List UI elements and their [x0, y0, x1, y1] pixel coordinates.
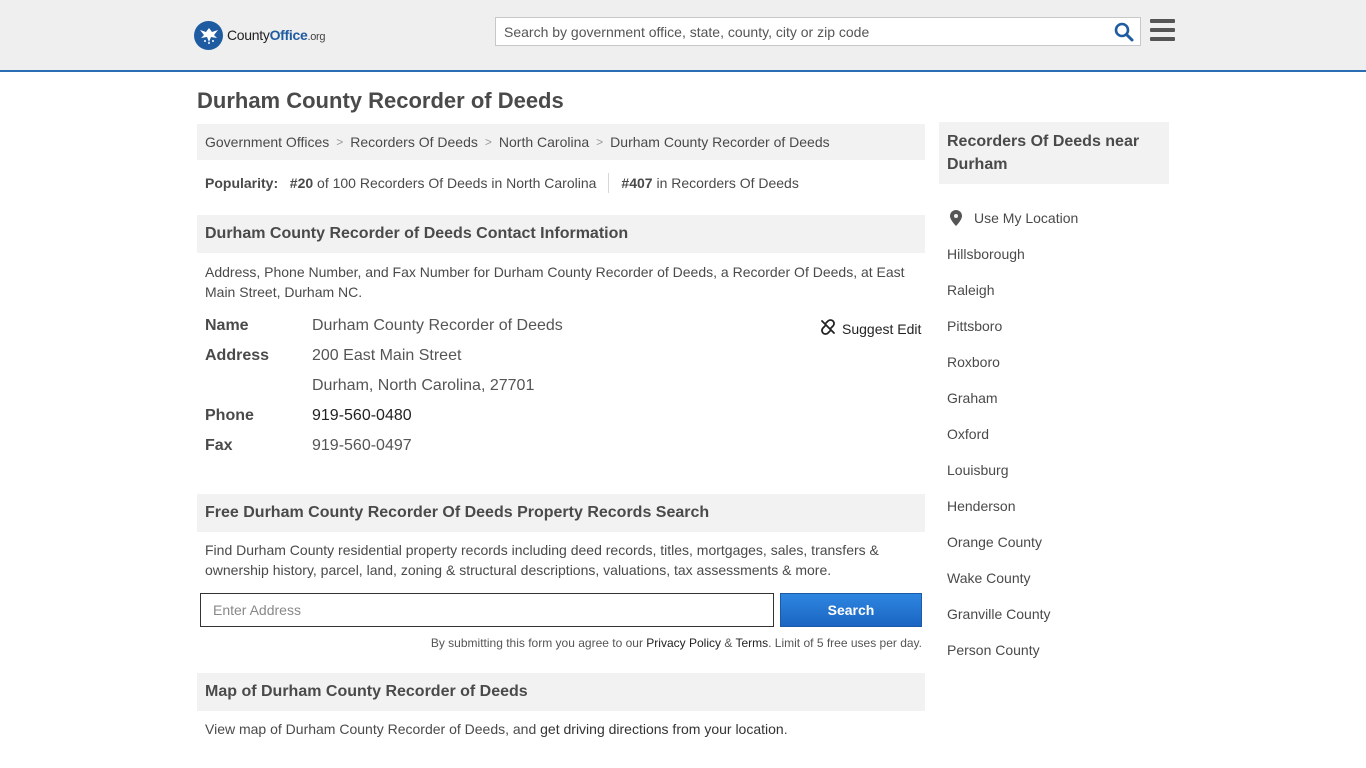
- property-search-button[interactable]: Search: [780, 593, 922, 627]
- site-logo[interactable]: CountyOffice.org: [194, 20, 326, 50]
- popularity-divider: [608, 173, 610, 193]
- contact-description: Address, Phone Number, and Fax Number fo…: [205, 264, 905, 300]
- fax-label: Fax: [205, 437, 233, 454]
- global-search-input[interactable]: [496, 18, 1096, 45]
- list-item[interactable]: Oxford: [947, 416, 1078, 452]
- property-search-description: Find Durham County residential property …: [205, 542, 879, 578]
- list-item[interactable]: Roxboro: [947, 344, 1078, 380]
- popularity-national-text: in Recorders Of Deeds: [656, 175, 799, 191]
- nearby-link-person-county[interactable]: Person County: [947, 642, 1040, 658]
- name-value: Durham County Recorder of Deeds: [312, 317, 563, 334]
- breadcrumb-separator-icon: >: [336, 135, 344, 149]
- list-item[interactable]: Graham: [947, 380, 1078, 416]
- nearby-link-granville-county[interactable]: Granville County: [947, 606, 1051, 622]
- nearby-link-hillsborough[interactable]: Hillsborough: [947, 246, 1025, 262]
- map-description: View map of Durham County Recorder of De…: [205, 721, 788, 737]
- nearby-link-wake-county[interactable]: Wake County: [947, 570, 1031, 586]
- list-item[interactable]: Henderson: [947, 488, 1078, 524]
- search-icon[interactable]: [1114, 22, 1134, 42]
- popularity-state-text: of 100 Recorders Of Deeds in North Carol…: [317, 175, 597, 191]
- nearby-link-oxford[interactable]: Oxford: [947, 426, 989, 442]
- nearby-link-henderson[interactable]: Henderson: [947, 498, 1016, 514]
- hamburger-menu-icon[interactable]: [1150, 19, 1175, 41]
- popularity-national-rank: #407: [621, 175, 653, 191]
- list-item[interactable]: Wake County: [947, 560, 1078, 596]
- popularity-state-rank: #20: [289, 175, 314, 191]
- nearby-list: Use My Location Hillsborough Raleigh Pit…: [947, 200, 1078, 668]
- list-item[interactable]: Person County: [947, 632, 1078, 668]
- breadcrumb-government-offices[interactable]: Government Offices: [205, 134, 329, 150]
- list-item[interactable]: Granville County: [947, 596, 1078, 632]
- property-search-heading: Free Durham County Recorder Of Deeds Pro…: [197, 494, 925, 532]
- breadcrumb-separator-icon: >: [484, 135, 492, 149]
- page-title: Durham County Recorder of Deeds: [197, 88, 564, 113]
- list-item[interactable]: Orange County: [947, 524, 1078, 560]
- list-item[interactable]: Pittsboro: [947, 308, 1078, 344]
- driving-directions-link[interactable]: get driving directions from your locatio…: [540, 721, 784, 737]
- popularity: Popularity: #20 of 100 Recorders Of Deed…: [205, 173, 799, 193]
- site-header: CountyOffice.org: [0, 0, 1366, 72]
- phone-label: Phone: [205, 407, 254, 424]
- phone-link[interactable]: 919-560-0480: [312, 407, 412, 424]
- nearby-link-raleigh[interactable]: Raleigh: [947, 282, 994, 298]
- list-item[interactable]: Raleigh: [947, 272, 1078, 308]
- privacy-policy-link[interactable]: Privacy Policy: [646, 636, 721, 650]
- eagle-seal-icon: [194, 20, 223, 50]
- breadcrumb-current: Durham County Recorder of Deeds: [610, 134, 830, 150]
- address-line1: 200 East Main Street: [312, 347, 462, 364]
- breadcrumb-recorders-of-deeds[interactable]: Recorders Of Deeds: [350, 134, 478, 150]
- nearby-link-louisburg[interactable]: Louisburg: [947, 462, 1009, 478]
- address-label: Address: [205, 347, 270, 364]
- use-my-location-link[interactable]: Use My Location: [974, 210, 1078, 226]
- terms-link[interactable]: Terms: [735, 636, 768, 650]
- logo-text: CountyOffice.org: [227, 27, 326, 43]
- list-item[interactable]: Hillsborough: [947, 236, 1078, 272]
- map-heading: Map of Durham County Recorder of Deeds: [197, 673, 925, 711]
- address-input[interactable]: [200, 593, 774, 627]
- popularity-label: Popularity:: [205, 175, 279, 191]
- contact-heading: Durham County Recorder of Deeds Contact …: [197, 215, 925, 253]
- use-my-location[interactable]: Use My Location: [947, 200, 1078, 236]
- name-label: Name: [205, 317, 249, 334]
- list-item[interactable]: Louisburg: [947, 452, 1078, 488]
- nearby-link-orange-county[interactable]: Orange County: [947, 534, 1042, 550]
- nearby-link-pittsboro[interactable]: Pittsboro: [947, 318, 1002, 334]
- breadcrumb-north-carolina[interactable]: North Carolina: [499, 134, 589, 150]
- form-disclaimer: By submitting this form you agree to our…: [430, 636, 922, 650]
- nearby-link-graham[interactable]: Graham: [947, 390, 998, 406]
- address-line2: Durham, North Carolina, 27701: [312, 377, 535, 394]
- map-pin-icon: [950, 210, 962, 226]
- breadcrumb: Government Offices > Recorders Of Deeds …: [197, 124, 925, 160]
- suggest-edit[interactable]: Suggest Edit: [820, 319, 921, 338]
- breadcrumb-separator-icon: >: [596, 135, 604, 149]
- sidebar-heading: Recorders Of Deeds near Durham: [939, 122, 1169, 184]
- suggest-edit-link[interactable]: Suggest Edit: [842, 321, 921, 337]
- nearby-link-roxboro[interactable]: Roxboro: [947, 354, 1000, 370]
- fax-value: 919-560-0497: [312, 437, 412, 454]
- global-search: [495, 17, 1141, 46]
- unlink-icon: [820, 319, 836, 338]
